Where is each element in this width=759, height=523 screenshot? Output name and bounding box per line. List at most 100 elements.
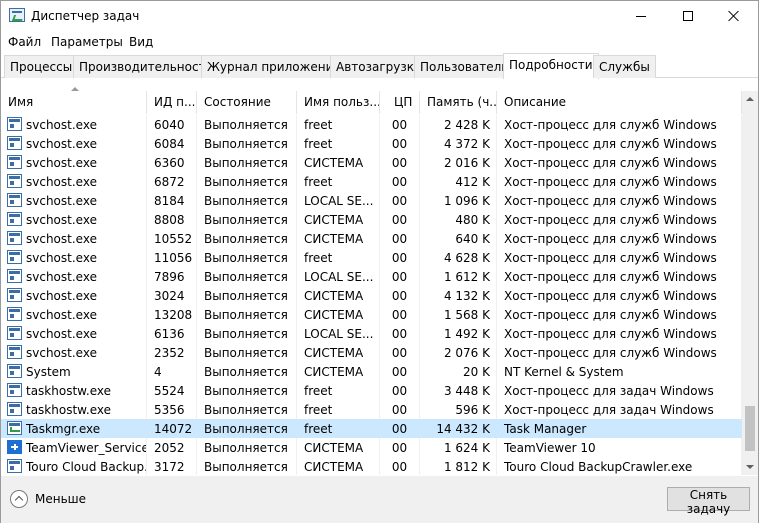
tab-services[interactable]: Службы	[593, 55, 656, 78]
table-row[interactable]: System 4 Выполняется СИСТЕМА 00 20 K NT Kernel…	[1, 362, 742, 381]
table-row[interactable]: svchost.exe 13208 Выполняется СИСТЕМА 00 1 56…	[1, 305, 742, 324]
chevron-up-icon[interactable]	[10, 490, 28, 508]
table-row[interactable]: svchost.exe 6360 Выполняется СИСТЕМА 00 2 016…	[1, 153, 742, 172]
table-row[interactable]: svchost.exe 6872 Выполняется freet 00 412 K Хо…	[1, 172, 742, 191]
window-icon	[7, 364, 22, 378]
cell-desc: Хост-процесс для служб Windows	[497, 324, 742, 343]
process-name: svchost.exe	[26, 213, 97, 227]
table-row[interactable]: svchost.exe 3024 Выполняется СИСТЕМА 00 4 132…	[1, 286, 742, 305]
cell-name: svchost.exe	[1, 191, 147, 210]
window-title: Диспетчер задач	[31, 9, 140, 23]
cell-cpu: 00	[380, 153, 420, 172]
menu-options[interactable]: Параметры	[51, 35, 123, 49]
cell-cpu: 00	[380, 286, 420, 305]
cell-mem: 1 812 K	[420, 457, 497, 475]
cell-name: taskhostw.exe	[1, 400, 147, 419]
menu-file[interactable]: Файл	[8, 35, 41, 49]
cell-status: Выполняется	[197, 172, 297, 191]
cell-user: СИСТЕМА	[297, 305, 380, 324]
scroll-up-button[interactable]	[742, 91, 758, 107]
table-row[interactable]: svchost.exe 8808 Выполняется СИСТЕМА 00 480 K…	[1, 210, 742, 229]
cell-pid: 6360	[147, 153, 197, 172]
table-row[interactable]: svchost.exe 6084 Выполняется freet 00 4 372 K…	[1, 134, 742, 153]
table-row[interactable]: svchost.exe 8184 Выполняется LOCAL SE... 00 1…	[1, 191, 742, 210]
table-row[interactable]: svchost.exe 10552 Выполняется СИСТЕМА 00 640 …	[1, 229, 742, 248]
maximize-icon	[683, 11, 693, 21]
cell-name: svchost.exe	[1, 153, 147, 172]
cell-status: Выполняется	[197, 324, 297, 343]
process-name: svchost.exe	[26, 270, 97, 284]
cell-pid: 6136	[147, 324, 197, 343]
close-button[interactable]	[711, 1, 757, 31]
column-header-user[interactable]: Имя польз...	[297, 91, 380, 114]
cell-cpu: 00	[380, 362, 420, 381]
cell-user: freet	[297, 381, 380, 400]
cell-pid: 11056	[147, 248, 197, 267]
cell-pid: 3172	[147, 457, 197, 475]
column-header-status[interactable]: Состояние	[197, 91, 297, 114]
tab-details[interactable]: Подробности	[503, 53, 599, 79]
tab-app-history[interactable]: Журнал приложений	[201, 55, 348, 78]
table-row[interactable]: taskhostw.exe 5524 Выполняется freet 00 3 448…	[1, 381, 742, 400]
cell-pid: 14072	[147, 419, 197, 438]
cell-name: svchost.exe	[1, 210, 147, 229]
tab-performance[interactable]: Производительность	[73, 55, 219, 78]
window-icon	[7, 212, 22, 226]
scroll-thumb[interactable]	[745, 406, 755, 451]
table-row[interactable]: TeamViewer_Service....2052ВыполняетсяСИС…	[1, 438, 742, 457]
cell-mem: 2 016 K	[420, 153, 497, 172]
minimize-button[interactable]	[618, 1, 664, 31]
cell-mem: 640 K	[420, 229, 497, 248]
table-row[interactable]: svchost.exe 2352 Выполняется СИСТЕМА 00 2 076…	[1, 343, 742, 362]
cell-desc: Хост-процесс для служб Windows	[497, 267, 742, 286]
cell-user: LOCAL SE...	[297, 267, 380, 286]
cell-desc: Хост-процесс для служб Windows	[497, 210, 742, 229]
cell-desc: Хост-процесс для задач Windows	[497, 400, 742, 419]
maximize-button[interactable]	[665, 1, 711, 31]
cell-status: Выполняется	[197, 248, 297, 267]
table-row[interactable]: svchost.exe 11056 Выполняется freet 00 4 628 …	[1, 248, 742, 267]
table-row[interactable]: Touro Cloud Backup... 3172 Выполняется СИСТ…	[1, 457, 742, 475]
column-header-memory[interactable]: Память (ч...	[420, 91, 497, 114]
process-name: svchost.exe	[26, 156, 97, 170]
minimize-icon	[636, 15, 646, 17]
table-row[interactable]: taskhostw.exe 5356 Выполняется freet 00 596 K…	[1, 400, 742, 419]
column-header-pid[interactable]: ИД п...	[147, 91, 197, 114]
fewer-details-link[interactable]: Меньше	[35, 492, 86, 506]
cell-mem: 4 372 K	[420, 134, 497, 153]
column-header-description[interactable]: Описание	[497, 91, 742, 114]
cell-cpu: 00	[380, 267, 420, 286]
column-header-name[interactable]: Имя	[1, 91, 147, 114]
table-row[interactable]: svchost.exe 6040 Выполняется freet 00 2 428 K…	[1, 115, 742, 134]
title-bar[interactable]: Диспетчер задач	[1, 1, 758, 31]
tab-startup[interactable]: Автозагрузка	[330, 55, 428, 78]
table-row[interactable]: svchost.exe 6136 Выполняется LOCAL SE... 00 1…	[1, 324, 742, 343]
cell-cpu: 00	[380, 419, 420, 438]
cell-status: Выполняется	[197, 457, 297, 475]
cell-user: СИСТЕМА	[297, 229, 380, 248]
end-task-button[interactable]: Снять задачу	[667, 487, 750, 516]
cell-pid: 8808	[147, 210, 197, 229]
cell-status: Выполняется	[197, 267, 297, 286]
tab-users[interactable]: Пользователи	[414, 55, 516, 78]
cell-mem: 14 432 K	[420, 419, 497, 438]
menu-view[interactable]: Вид	[129, 35, 153, 49]
table-row[interactable]: svchost.exe 7896 Выполняется LOCAL SE... 00 1…	[1, 267, 742, 286]
cell-mem: 2 076 K	[420, 343, 497, 362]
tab-processes[interactable]: Процессы	[4, 55, 79, 78]
cell-mem: 1 096 K	[420, 191, 497, 210]
window-icon	[7, 288, 22, 302]
cell-mem: 596 K	[420, 400, 497, 419]
scroll-down-button[interactable]	[742, 459, 758, 475]
vertical-scrollbar[interactable]	[742, 91, 758, 475]
window-icon	[7, 459, 22, 473]
cell-mem: 1 492 K	[420, 324, 497, 343]
table-row[interactable]: Taskmgr.exe 14072 Выполняется freet 00 14 432…	[1, 419, 742, 438]
process-name: taskhostw.exe	[26, 403, 111, 417]
cell-status: Выполняется	[197, 191, 297, 210]
cell-mem: 2 428 K	[420, 115, 497, 134]
column-header-cpu[interactable]: ЦП	[380, 91, 420, 114]
cell-user: LOCAL SE...	[297, 324, 380, 343]
cell-status: Выполняется	[197, 362, 297, 381]
cell-desc: Хост-процесс для служб Windows	[497, 153, 742, 172]
